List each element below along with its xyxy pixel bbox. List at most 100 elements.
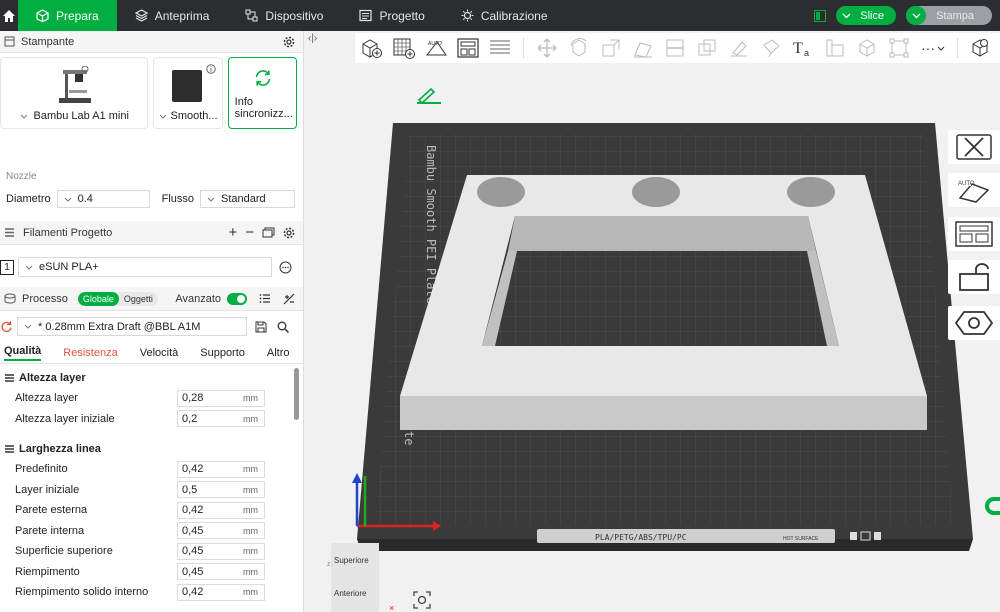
remove-filament-icon[interactable]: − [245, 224, 254, 241]
tab-prepara[interactable]: Prepara [18, 0, 117, 31]
camera-focus-icon[interactable] [413, 591, 431, 609]
gear-icon[interactable] [283, 227, 295, 239]
advanced-switch[interactable] [227, 292, 247, 305]
param-label: Altezza layer iniziale [15, 412, 115, 425]
plate-thumbnail [172, 70, 203, 102]
param-row: Parete interna 0,45 mm [0, 521, 303, 542]
chevron-down-icon [20, 114, 27, 119]
build-plate-scene[interactable]: PLA/PETG/ABS/TPU/PC HOT SURFACE Bambu Sm… [305, 31, 1000, 612]
view-navigation-cube[interactable]: Superiore Anteriore z [327, 543, 379, 612]
auto-orient-button[interactable]: AUTO [948, 173, 1000, 207]
tab-dispositivo[interactable]: Dispositivo [227, 0, 341, 31]
layout-icon[interactable] [814, 9, 827, 22]
chevron-down-icon [159, 114, 166, 119]
param-value: 0,2 [182, 412, 198, 425]
nozzle-label: Nozzle [6, 171, 37, 182]
view-front-label[interactable]: Anteriore [334, 589, 366, 598]
param-input[interactable]: 0,45 mm [177, 542, 265, 560]
list-icon[interactable] [259, 293, 271, 304]
param-list: Altezza layer Altezza layer 0,28 mm Altez… [0, 364, 303, 603]
param-input[interactable]: 0,42 mm [177, 583, 265, 601]
print-button[interactable]: Stampa [906, 6, 992, 25]
tab-quality[interactable]: Qualità [4, 345, 42, 361]
add-filament-icon[interactable]: + [228, 224, 237, 241]
material-strip-text: PLA/PETG/ABS/TPU/PC [595, 533, 687, 542]
tab-strength[interactable]: Resistenza [63, 347, 117, 359]
param-input[interactable]: 0,42 mm [177, 501, 265, 519]
chevron-down-icon [64, 197, 71, 202]
gear-icon[interactable] [283, 36, 295, 48]
printer-card[interactable]: Bambu Lab A1 mini [0, 57, 149, 129]
slice-label: Slice [860, 9, 885, 22]
chevron-down-icon[interactable] [836, 6, 856, 25]
view-top-label[interactable]: Superiore [334, 556, 369, 565]
flow-value: Standard [221, 193, 266, 205]
param-value: 0,42 [182, 504, 204, 517]
param-value: 0,28 [182, 392, 204, 405]
compare-icon[interactable] [283, 293, 295, 305]
model-hole [787, 177, 835, 207]
process-profile-row: * 0.28mm Extra Draft @BBL A1M [0, 311, 303, 342]
plate-card[interactable]: Smooth... [153, 57, 223, 129]
close-view-button[interactable] [948, 130, 1000, 164]
sync-filament-icon[interactable] [262, 227, 275, 239]
tab-speed[interactable]: Velocità [140, 347, 179, 359]
diameter-select[interactable]: 0.4 [56, 190, 150, 208]
param-input[interactable]: 0,28 mm [177, 389, 265, 407]
sync-icon [255, 70, 270, 86]
chevron-down-icon[interactable] [906, 6, 927, 25]
param-input[interactable]: 0,5 mm [177, 481, 265, 499]
param-value: 0,5 [182, 483, 198, 496]
param-row: Altezza layer iniziale 0,2 mm [0, 409, 303, 430]
home-button[interactable] [0, 0, 18, 31]
top-bar: Prepara Anteprima Dispositivo Progetto C… [0, 0, 1000, 31]
search-icon[interactable] [277, 321, 289, 333]
tab-calibrazione[interactable]: Calibrazione [443, 0, 566, 31]
line-width-icon [5, 445, 14, 453]
sync-card[interactable]: Info sincronizz... [227, 57, 297, 129]
layer-height-icon [5, 374, 14, 382]
param-input[interactable]: 0,2 mm [177, 410, 265, 428]
tab-progetto[interactable]: Progetto [341, 0, 442, 31]
settings-button[interactable] [948, 306, 1000, 340]
axis-x-marker: × [389, 603, 395, 612]
hot-surface-text: HOT SURFACE [783, 536, 819, 542]
param-unit: mm [243, 566, 258, 577]
printer-name: Bambu Lab A1 mini [33, 110, 129, 122]
model-hole [632, 177, 680, 207]
toggle-objects[interactable]: Oggetti [119, 292, 158, 306]
filament-select[interactable]: eSUN PLA+ [18, 257, 272, 277]
model-hole [477, 177, 525, 207]
scrollbar[interactable] [294, 368, 299, 420]
param-input[interactable]: 0,42 mm [177, 460, 265, 478]
param-label: Parete esterna [15, 504, 88, 517]
flow-select[interactable]: Standard [200, 190, 296, 208]
arrange-button[interactable] [948, 217, 1000, 251]
group-title: Larghezza linea [19, 443, 101, 455]
tab-other[interactable]: Altro [267, 347, 290, 359]
3d-viewport[interactable]: ‹|› AUTO Ta ··· PLA/PETG/ABS/TPU/PC HOT … [305, 31, 1000, 612]
save-icon[interactable] [255, 321, 267, 333]
chevron-down-icon [24, 324, 32, 329]
param-input[interactable]: 0,45 mm [177, 563, 265, 581]
param-row: Riempimento solido interno 0,42 mm [0, 582, 303, 603]
param-unit: mm [243, 393, 258, 404]
nut-icon [954, 311, 994, 335]
toggle-global[interactable]: Globale [77, 291, 119, 306]
more-options-icon[interactable] [279, 261, 292, 274]
info-icon[interactable] [205, 64, 216, 74]
process-profile-select[interactable]: * 0.28mm Extra Draft @BBL A1M [17, 317, 247, 336]
tab-support[interactable]: Supporto [200, 347, 245, 359]
param-row: Riempimento 0,45 mm [0, 562, 303, 583]
reset-icon[interactable] [0, 320, 13, 333]
lock-button[interactable] [948, 260, 1000, 294]
tab-anteprima[interactable]: Anteprima [117, 0, 228, 31]
profile-name: * 0.28mm Extra Draft @BBL A1M [38, 320, 201, 333]
axis-z-label: z [327, 561, 331, 568]
global-objects-toggle[interactable]: Globale Oggetti [77, 291, 158, 306]
param-unit: mm [243, 413, 258, 424]
printer-model-icon [59, 66, 91, 103]
calibration-icon [461, 9, 474, 22]
param-input[interactable]: 0,45 mm [177, 522, 265, 540]
slice-button[interactable]: Slice [836, 6, 897, 25]
